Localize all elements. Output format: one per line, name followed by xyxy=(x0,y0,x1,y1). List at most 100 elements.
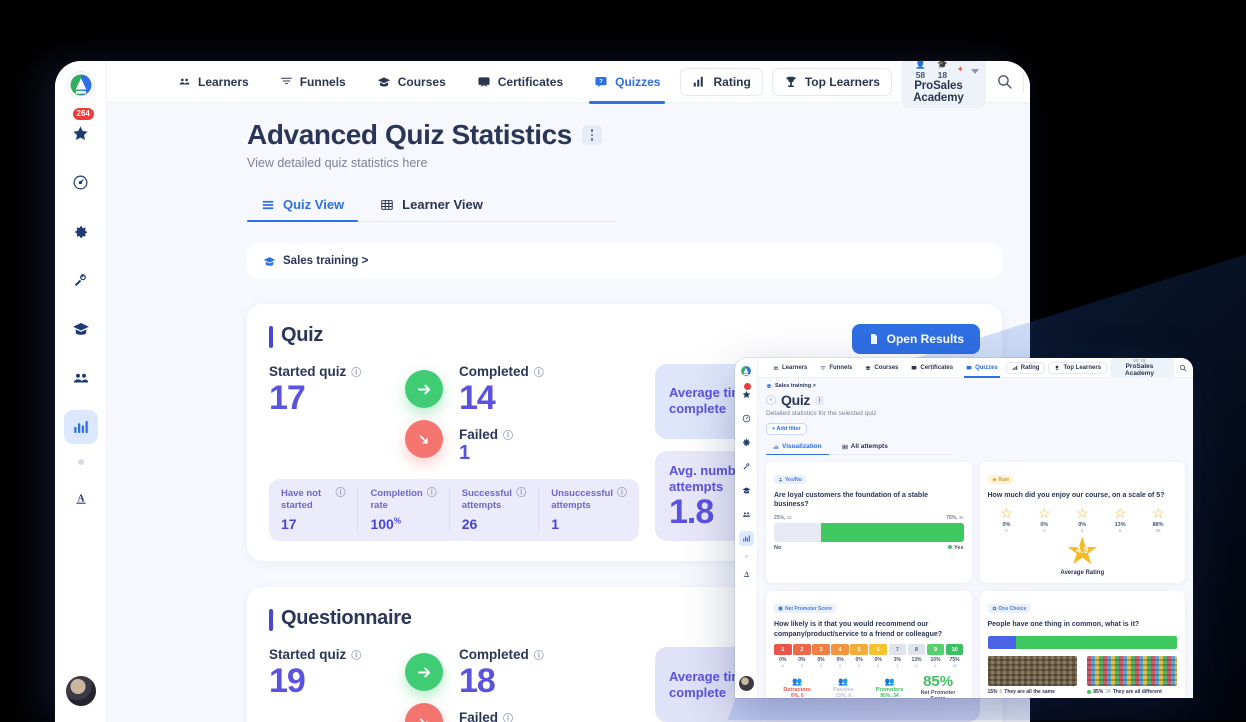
inset-nav-label: Courses xyxy=(874,365,898,371)
inset-sidebar-dashboard[interactable] xyxy=(739,411,754,426)
nps-score-label: Net Promoter Score xyxy=(913,690,964,698)
nps-cell[interactable]: 20%0 xyxy=(793,644,811,668)
inset-nav-learners[interactable]: Learners xyxy=(768,363,812,373)
back-button[interactable]: ‹ xyxy=(766,395,776,405)
inset-tab-all-attempts[interactable]: All attempts xyxy=(835,440,895,454)
add-filter-button[interactable]: + Add filter xyxy=(766,423,807,435)
star-icon xyxy=(72,125,89,142)
nps-number: 5 xyxy=(850,644,868,655)
nav-item-funnels[interactable]: Funnels xyxy=(269,69,357,95)
inset-sidebar-favorites[interactable] xyxy=(739,387,754,402)
nps-number: 6 xyxy=(869,644,887,655)
nav-item-certificates[interactable]: Certificates xyxy=(466,69,574,95)
nps-cell[interactable]: 50%0 xyxy=(850,644,868,668)
nav-item-learners[interactable]: Learners xyxy=(167,69,260,95)
nps-cell[interactable]: 60%0 xyxy=(869,644,887,668)
question-text: People have one thing in common, what is… xyxy=(988,620,1178,629)
inset-sidebar-learners[interactable] xyxy=(739,507,754,522)
info-icon[interactable]: ⓘ xyxy=(351,647,361,662)
user-avatar[interactable] xyxy=(66,676,96,706)
tab-quiz-view[interactable]: Quiz View xyxy=(247,190,358,221)
question-card-one-choice: One Choice People have one thing in comm… xyxy=(980,591,1186,698)
nps-cell[interactable]: 1075%30 xyxy=(946,644,964,668)
sidebar-item-settings[interactable] xyxy=(64,214,98,248)
course-count: 🎓 18 xyxy=(935,61,950,80)
sidebar-item-learners[interactable] xyxy=(64,361,98,395)
nps-cell[interactable]: 813%5 xyxy=(908,644,926,668)
bar-chart-icon xyxy=(72,418,90,436)
completed-label: Completed xyxy=(459,364,529,379)
inset-nav-label: Quizzes xyxy=(975,365,998,371)
info-icon[interactable]: ⓘ xyxy=(617,488,627,501)
view-tabs: Quiz View Learner View xyxy=(247,190,617,222)
status-dot xyxy=(948,545,952,549)
nps-number: 7 xyxy=(889,644,907,655)
person-icon xyxy=(778,477,783,482)
one-choice-option[interactable]: 85%34They are all different xyxy=(1087,656,1177,695)
inset-nav-top-learners[interactable]: Top Learners xyxy=(1048,362,1107,374)
inset-breadcrumb[interactable]: Sales training > xyxy=(766,383,1185,389)
inset-page-content: Sales training > ‹ Quiz Detailed statist… xyxy=(758,378,1193,698)
nps-count: 0 xyxy=(774,663,792,668)
sidebar-item-text[interactable]: A xyxy=(64,481,98,515)
inset-user-avatar[interactable] xyxy=(739,676,754,691)
info-icon[interactable]: ⓘ xyxy=(503,710,513,722)
inset-sidebar-tools[interactable] xyxy=(739,459,754,474)
inset-account-switcher[interactable]: 58 18 ProSales Academy xyxy=(1110,358,1174,378)
star-column: ☆88%35 xyxy=(1152,506,1165,533)
completed-value: 18 xyxy=(459,664,639,700)
flame-icon: ✦ xyxy=(957,64,964,75)
inset-sidebar-text[interactable]: A xyxy=(739,566,754,581)
inset-nav-funnels[interactable]: Funnels xyxy=(815,363,857,373)
inset-search-button[interactable] xyxy=(1179,359,1187,377)
nav-item-quizzes[interactable]: ? Quizzes xyxy=(583,69,671,95)
left-sidebar: 264 A xyxy=(55,61,107,722)
sidebar-item-statistics[interactable] xyxy=(64,410,98,444)
inset-nav-rating[interactable]: Rating xyxy=(1006,362,1046,374)
open-results-button[interactable]: Open Results xyxy=(852,324,980,354)
nav-label: Funnels xyxy=(300,75,346,89)
app-logo-icon[interactable] xyxy=(66,70,96,100)
nps-cell[interactable]: 30%0 xyxy=(812,644,830,668)
tab-learner-view[interactable]: Learner View xyxy=(366,190,497,221)
sidebar-item-favorites[interactable]: 264 xyxy=(64,116,98,150)
account-switcher[interactable]: 👤 58 🎓 18 ✦ ProSales Academy xyxy=(901,61,986,108)
nps-number: 1 xyxy=(774,644,792,655)
page-options-button[interactable] xyxy=(582,125,602,145)
nps-cell[interactable]: 910%4 xyxy=(927,644,945,668)
nav-item-rating[interactable]: Rating xyxy=(680,68,762,96)
sidebar-item-courses[interactable] xyxy=(64,312,98,346)
inset-sidebar-settings[interactable] xyxy=(739,435,754,450)
nps-cell[interactable]: 40%0 xyxy=(831,644,849,668)
search-button[interactable] xyxy=(996,73,1013,90)
inset-tab-visualization[interactable]: Visualization xyxy=(766,440,829,454)
info-icon[interactable]: ⓘ xyxy=(534,647,544,662)
inset-nav-courses[interactable]: Courses xyxy=(860,363,903,373)
info-icon[interactable]: ⓘ xyxy=(503,427,513,442)
sidebar-item-dashboard[interactable] xyxy=(64,165,98,199)
quiz-card-title: Questionnaire xyxy=(269,607,412,630)
one-choice-option[interactable]: 15%6They are all the same xyxy=(988,656,1078,695)
inset-sidebar-courses[interactable] xyxy=(739,483,754,498)
inset-options-button[interactable] xyxy=(815,396,824,405)
info-icon[interactable]: ⓘ xyxy=(351,364,361,379)
mini-value: 1 xyxy=(551,516,627,532)
nav-item-top-learners[interactable]: Top Learners xyxy=(772,68,892,96)
nps-legend-detractors: 👥 Detractors 0%, 0 xyxy=(774,678,820,698)
inset-logo-icon[interactable] xyxy=(739,363,754,378)
inset-nav-quizzes[interactable]: Quizzes xyxy=(961,363,1003,373)
inset-nav-certificates[interactable]: Certificates xyxy=(906,363,958,373)
info-icon[interactable]: ⓘ xyxy=(335,488,345,501)
inset-sidebar-statistics[interactable] xyxy=(739,531,754,546)
nav-item-courses[interactable]: Courses xyxy=(366,69,457,95)
nps-cell[interactable]: 73%1 xyxy=(889,644,907,668)
nps-cell[interactable]: 10%0 xyxy=(774,644,792,668)
info-icon[interactable]: ⓘ xyxy=(534,364,544,379)
inset-tab-label: All attempts xyxy=(851,443,888,450)
chevron-down-icon[interactable] xyxy=(971,69,979,74)
breadcrumb[interactable]: Sales training > xyxy=(247,244,1002,278)
sidebar-item-tools[interactable] xyxy=(64,263,98,297)
info-icon[interactable]: ⓘ xyxy=(516,488,526,501)
question-type-chip: Rate xyxy=(988,475,1014,484)
info-icon[interactable]: ⓘ xyxy=(427,488,437,501)
